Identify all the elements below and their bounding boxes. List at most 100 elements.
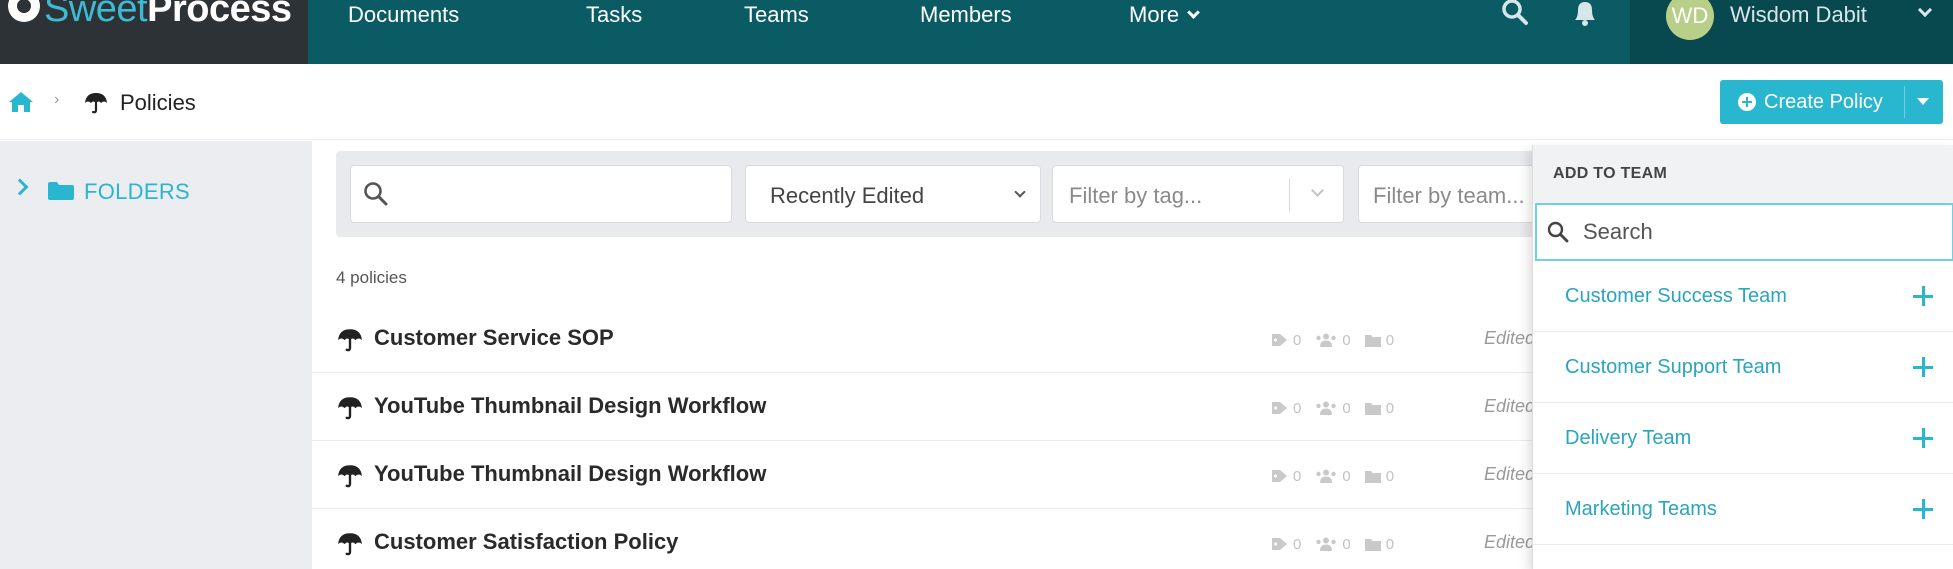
folder-icon (1364, 538, 1381, 551)
tag-filter-placeholder: Filter by tag... (1069, 183, 1203, 208)
policy-meta: 0 0 0 (1272, 330, 1394, 350)
team-name: Delivery Team (1565, 427, 1692, 449)
edited-timestamp: Edited (1484, 328, 1536, 348)
folder-count: 0 (1364, 330, 1394, 350)
umbrella-icon (338, 465, 362, 488)
user-menu[interactable]: WD Wisdom Dabit (1630, 0, 1953, 64)
folder-icon (48, 182, 74, 200)
brand-logo-link[interactable]: SweetProcess (0, 0, 308, 64)
umbrella-icon (85, 93, 107, 114)
list-item[interactable]: Customer Satisfaction Policy 0 0 0 Edite… (312, 509, 1612, 569)
home-icon[interactable] (8, 90, 34, 114)
bell-icon[interactable] (1570, 0, 1600, 30)
chevron-down-icon (1311, 184, 1324, 197)
policy-list: Customer Service SOP 0 0 0 Edited YouTub… (312, 305, 1612, 569)
list-item[interactable]: YouTube Thumbnail Design Workflow 0 0 0 … (312, 373, 1612, 441)
tag-count: 0 (1272, 398, 1301, 418)
breadcrumb-current: Policies (120, 90, 196, 115)
caret-down-icon[interactable] (1917, 98, 1929, 105)
team-count: 0 (1315, 466, 1351, 486)
umbrella-icon (338, 329, 362, 352)
edited-timestamp: Edited (1484, 396, 1536, 416)
team-name: Marketing Teams (1565, 498, 1717, 520)
tag-icon (1272, 334, 1287, 346)
users-icon (1316, 333, 1337, 347)
sort-select[interactable]: Recently Edited (745, 165, 1041, 223)
sort-value: Recently Edited (770, 183, 925, 208)
create-policy-button[interactable]: Create Policy (1720, 80, 1943, 124)
chevron-down-icon (1917, 2, 1933, 18)
folder-count: 0 (1364, 398, 1394, 418)
plus-circle-icon (1738, 93, 1756, 111)
filter-bar: Recently Edited Filter by tag... Filter … (336, 151, 1586, 237)
users-icon (1316, 537, 1337, 551)
nav-teams[interactable]: Teams (744, 2, 809, 28)
chevron-down-icon (1187, 6, 1200, 19)
sidebar: FOLDERS (0, 141, 312, 569)
umbrella-icon (338, 397, 362, 420)
folders-toggle[interactable]: FOLDERS (84, 179, 190, 205)
team-option-delivery[interactable]: Delivery Team (1533, 403, 1953, 474)
chevron-down-icon (1014, 186, 1026, 198)
nav-members[interactable]: Members (920, 2, 1012, 28)
search-icon[interactable] (1500, 0, 1530, 30)
team-name: Customer Support Team (1565, 356, 1782, 378)
policy-meta: 0 0 0 (1272, 398, 1394, 418)
policy-title[interactable]: YouTube Thumbnail Design Workflow (374, 393, 766, 419)
edited-timestamp: Edited (1484, 532, 1536, 552)
sweetprocess-logo-icon (8, 0, 40, 22)
list-item[interactable]: Customer Service SOP 0 0 0 Edited (312, 305, 1612, 373)
plus-icon[interactable] (1913, 428, 1933, 448)
tag-icon (1272, 402, 1287, 414)
policy-title[interactable]: Customer Service SOP (374, 325, 614, 351)
nav-tasks[interactable]: Tasks (586, 2, 642, 28)
team-list: Customer Success Team Customer Support T… (1533, 261, 1953, 545)
users-icon (1316, 401, 1337, 415)
policy-count: 4 policies (336, 268, 407, 287)
team-option-customer-support[interactable]: Customer Support Team (1533, 332, 1953, 403)
top-navbar: SweetProcess Documents Tasks Teams Membe… (0, 0, 1953, 64)
tag-icon (1272, 470, 1287, 482)
list-item[interactable]: YouTube Thumbnail Design Workflow 0 0 0 … (312, 441, 1612, 509)
dropdown-title: ADD TO TEAM (1553, 165, 1668, 182)
tag-icon (1272, 538, 1287, 550)
nav-documents[interactable]: Documents (348, 2, 459, 28)
policy-meta: 0 0 0 (1272, 466, 1394, 486)
add-to-team-dropdown: ADD TO TEAM Customer Success Team Custom… (1532, 145, 1953, 569)
dropdown-header: ADD TO TEAM (1533, 145, 1953, 203)
folder-icon (1364, 402, 1381, 415)
team-option-marketing[interactable]: Marketing Teams (1533, 474, 1953, 545)
search-icon (364, 182, 388, 206)
policy-search-input[interactable] (401, 174, 721, 214)
team-search-box (1535, 203, 1953, 261)
policy-meta: 0 0 0 (1272, 534, 1394, 554)
brand-name: SweetProcess (44, 0, 292, 30)
user-name: Wisdom Dabit (1730, 2, 1867, 27)
policy-title[interactable]: YouTube Thumbnail Design Workflow (374, 461, 766, 487)
create-policy-label: Create Policy (1764, 91, 1883, 113)
plus-icon[interactable] (1913, 499, 1933, 519)
nav-more-dropdown[interactable]: More (1129, 2, 1200, 28)
chevron-right-icon[interactable] (11, 178, 29, 196)
tag-count: 0 (1272, 330, 1301, 350)
policy-title[interactable]: Customer Satisfaction Policy (374, 529, 678, 555)
tag-count: 0 (1272, 466, 1301, 486)
users-icon (1316, 469, 1337, 483)
folder-count: 0 (1364, 534, 1394, 554)
policy-search-box (350, 165, 732, 223)
button-divider (1904, 86, 1905, 118)
breadcrumb: › Policies Create Policy (0, 64, 1953, 140)
tag-count: 0 (1272, 534, 1301, 554)
team-count: 0 (1315, 534, 1351, 554)
folder-icon (1364, 470, 1381, 483)
breadcrumb-separator-icon: › (54, 91, 60, 108)
umbrella-icon (338, 533, 362, 556)
team-count: 0 (1315, 398, 1351, 418)
team-option-customer-success[interactable]: Customer Success Team (1533, 261, 1953, 332)
edited-timestamp: Edited (1484, 464, 1536, 484)
plus-icon[interactable] (1913, 357, 1933, 377)
team-count: 0 (1315, 330, 1351, 350)
team-search-input[interactable] (1583, 215, 1923, 249)
plus-icon[interactable] (1913, 286, 1933, 306)
tag-filter-select[interactable]: Filter by tag... (1052, 165, 1344, 223)
